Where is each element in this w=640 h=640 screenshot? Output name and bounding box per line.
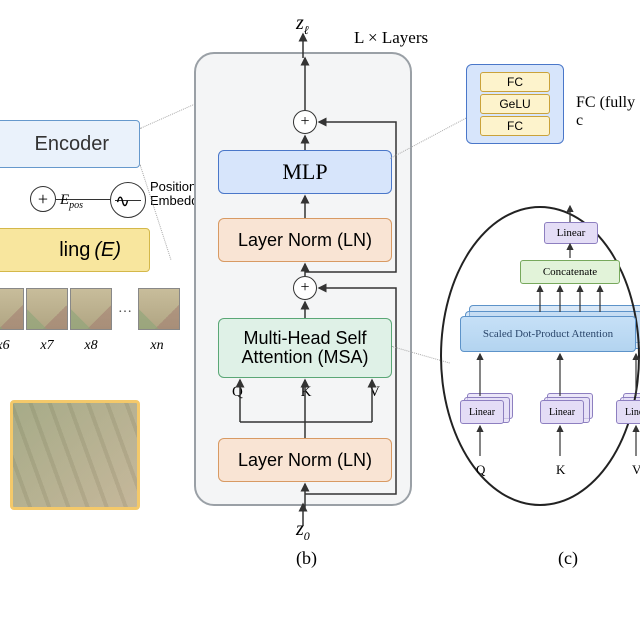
patch-tile: xn (138, 288, 180, 330)
patch-tile: x6 (0, 288, 24, 330)
embedding-E: (E) (94, 239, 121, 262)
msa-detail-arrows (440, 200, 640, 480)
mlp-detail-box: FC GeLU FC (466, 64, 564, 144)
patch-tiles-row: x6 x7 x8 … xn (0, 288, 180, 330)
z-out-arrow (194, 30, 412, 60)
transformer-layer-block: + MLP Layer Norm (LN) + Multi-Head SelfA… (194, 52, 412, 506)
patch-tile: x8 (70, 288, 112, 330)
epos-symbol: Epos (60, 192, 83, 211)
positional-sine-icon: ∿ (110, 182, 146, 218)
panel-a-encoder-input: Encoder + Epos ∿ PositionalEmbedding lin… (0, 0, 195, 640)
fc-row: FC (480, 72, 550, 92)
fc-side-label: FC (fully c (576, 94, 640, 130)
dashed-connector (140, 104, 195, 129)
z-in-label: z0 (296, 518, 310, 544)
fc-row: FC (480, 116, 550, 136)
patch-embedding-box: ling (E) (0, 228, 150, 272)
ellipsis: … (114, 288, 136, 330)
transformer-encoder-box: Encoder (0, 120, 140, 168)
encoder-label: Encoder (35, 133, 110, 156)
patch-tile: x7 (26, 288, 68, 330)
embedding-label-text: ling (59, 239, 90, 262)
flow-arrows (196, 54, 414, 508)
panel-c-caption: (c) (558, 548, 578, 569)
panel-b-caption: (b) (296, 548, 317, 569)
add-op-circle: + (30, 186, 56, 212)
fc-row: GeLU (480, 94, 550, 114)
input-image-crop (10, 400, 140, 510)
